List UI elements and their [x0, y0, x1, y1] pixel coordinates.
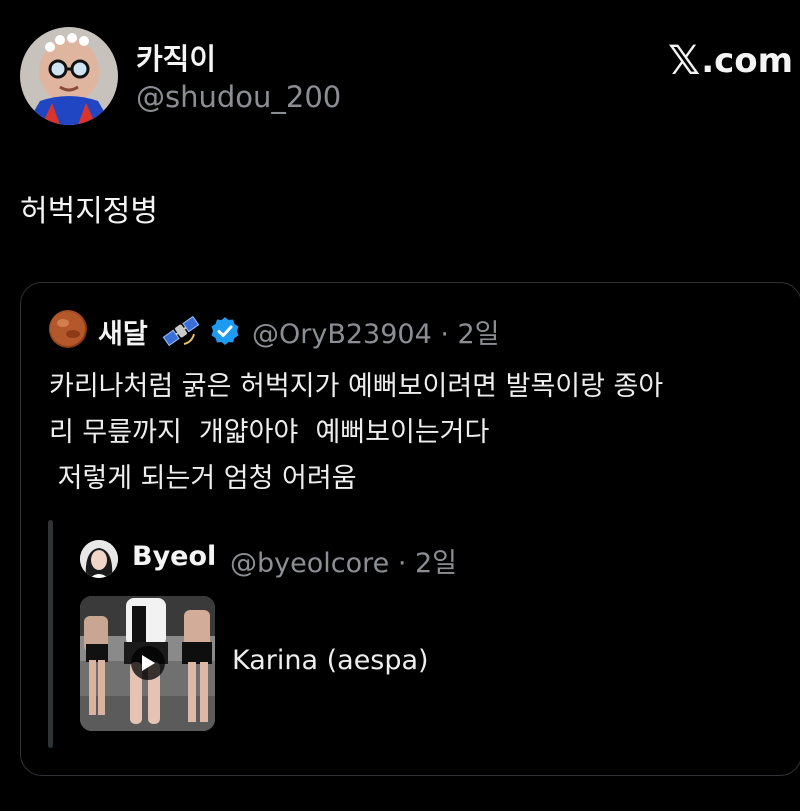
quoted-tweet-text: 카리나처럼 굵은 허벅지가 예뻐보이려면 발목이랑 종아 리 무릎까지 개얇아야…: [49, 364, 663, 502]
quoted-line-2: 리 무릎까지 개얇아야 예뻐보이는거다: [49, 417, 490, 448]
tweet-text: 허벅지정병: [20, 194, 158, 229]
quoted-author-avatar[interactable]: [49, 310, 87, 348]
x-logo: 𝕏 .com: [668, 38, 793, 84]
play-icon[interactable]: [131, 646, 165, 680]
nested-author-avatar[interactable]: [80, 540, 118, 578]
nested-author-handle-time[interactable]: @byeolcore · 2일: [230, 541, 457, 580]
x-logo-suffix: .com: [701, 41, 794, 81]
avatar-illustration: [20, 27, 118, 125]
nested-author-display-name[interactable]: Byeol: [132, 541, 216, 572]
x-logo-icon: 𝕏: [668, 38, 701, 84]
nested-avatar-art: [80, 540, 118, 578]
author-avatar[interactable]: [20, 27, 118, 125]
thread-rule: [48, 520, 53, 748]
quoted-line-1: 카리나처럼 굵은 허벅지가 예뻐보이려면 발목이랑 종아: [49, 371, 664, 402]
author-display-name[interactable]: 카직이: [136, 36, 216, 78]
quoted-author-handle-time[interactable]: @OryB23904 · 2일: [252, 312, 500, 351]
author-handle[interactable]: @shudou_200: [136, 80, 341, 114]
verified-badge-icon: [210, 316, 240, 346]
video-title[interactable]: Karina (aespa): [232, 645, 429, 676]
quoted-line-3: 저렇게 되는거 엄청 어려움: [49, 463, 357, 494]
quoted-author-display-name[interactable]: 새달: [98, 312, 148, 351]
planet-avatar-art: [51, 312, 85, 346]
satellite-icon: [162, 314, 200, 348]
